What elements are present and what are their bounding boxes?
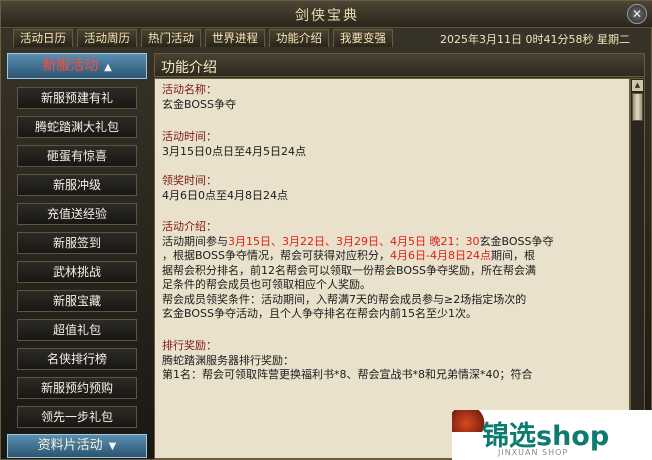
sidebar: 新服活动 ▲ 新服预建有礼 腾蛇踏渊大礼包 砸蛋有惊喜 新服冲级 充值送经验 新服… xyxy=(7,53,147,459)
watermark-overlay: 锦选shop JINXUAN SHOP xyxy=(452,410,652,460)
tab-get-stronger[interactable]: 我要变强 xyxy=(333,29,393,47)
sidebar-item-11[interactable]: 领先一步礼包 xyxy=(17,406,137,428)
sidebar-item-0[interactable]: 新服预建有礼 xyxy=(17,87,137,109)
sidebar-footer-expansion[interactable]: 资料片活动 ▼ xyxy=(7,434,147,458)
panel-header: 功能介绍 xyxy=(154,53,645,77)
scroll-up-icon[interactable]: ▲ xyxy=(632,80,643,91)
intro-line-6: 玄金BOSS争夺活动，且个人争夺排名在帮会内前15名至少1次。 xyxy=(162,307,477,320)
sidebar-item-5[interactable]: 新服签到 xyxy=(17,232,137,254)
sidebar-item-10[interactable]: 新服预约预购 xyxy=(17,377,137,399)
intro-line-1: 活动期间参与3月15日、3月22日、3月29日、4月5日 晚21：30玄金BOS… xyxy=(162,235,553,250)
intro-text: 玄金BOSS争夺 xyxy=(479,234,554,248)
section-reward-time: 领奖时间： 4月6日0点至4月8日24点 xyxy=(162,174,288,203)
rank-line-2: 第1名：帮会可领取阵营更换福利书*8、帮会宣战书*8和兄弟情深*40；符合 xyxy=(162,368,533,381)
sidebar-item-3[interactable]: 新服冲级 xyxy=(17,174,137,196)
chevron-up-icon: ▲ xyxy=(104,62,112,73)
activity-time: 3月15日0点日至4月5日24点 xyxy=(162,144,306,158)
heading-rank-rewards: 排行奖励： xyxy=(162,339,217,352)
intro-claim-dates: 4月6日-4月8日24点 xyxy=(389,249,491,262)
activity-name: 玄金BOSS争夺 xyxy=(162,97,236,111)
heading-activity-time: 活动时间： xyxy=(162,130,217,143)
game-window: 剑侠宝典 ✕ 活动日历 活动周历 热门活动 世界进程 功能介绍 我要变强 202… xyxy=(0,0,652,460)
panel-title: 功能介绍 xyxy=(161,60,217,76)
server-clock: 2025年3月11日 0时41分58秒 星期二 xyxy=(440,33,630,46)
tab-feature-intro[interactable]: 功能介绍 xyxy=(269,29,329,47)
intro-text: 活动期间参与 xyxy=(162,234,228,248)
chevron-down-icon: ▼ xyxy=(108,441,117,452)
sidebar-footer-label: 资料片活动 xyxy=(37,438,103,453)
scroll-thumb[interactable] xyxy=(632,93,643,121)
sidebar-item-2[interactable]: 砸蛋有惊喜 xyxy=(17,145,137,167)
section-rank: 排行奖励： 腾蛇踏渊服务器排行奖励： 第1名：帮会可领取阵营更换福利书*8、帮会… xyxy=(162,339,533,383)
intro-text: 期间，根 xyxy=(490,249,535,262)
sidebar-item-7[interactable]: 新服宝藏 xyxy=(17,290,137,312)
tab-world-progress[interactable]: 世界进程 xyxy=(205,29,265,47)
tab-activity-weekly[interactable]: 活动周历 xyxy=(77,29,137,47)
sidebar-header-new-server[interactable]: 新服活动 ▲ xyxy=(7,53,147,79)
sidebar-item-4[interactable]: 充值送经验 xyxy=(17,203,137,225)
window-title: 剑侠宝典 xyxy=(295,8,359,24)
intro-line-3: 据帮会积分排名，前12名帮会可以领取一份帮会BOSS争夺奖励，所在帮会满 xyxy=(162,263,536,277)
intro-line-4: 足条件的帮会成员也可领取相应个人奖励。 xyxy=(162,278,371,291)
section-time: 活动时间： 3月15日0点日至4月5日24点 xyxy=(162,130,306,159)
intro-line-5: 帮会成员领奖条件：活动期间，入帮满7天的帮会成员参与≥2场指定场次的 xyxy=(162,292,527,306)
sidebar-header-label: 新服活动 xyxy=(42,58,99,74)
content-scrollbar[interactable]: ▲ ▼ xyxy=(630,78,645,459)
rank-line-1: 腾蛇踏渊服务器排行奖励： xyxy=(162,353,294,367)
section-name: 活动名称： 玄金BOSS争夺 xyxy=(162,83,236,112)
intro-text: ，根据BOSS争夺情况，帮会可获得对应积分， xyxy=(162,249,390,262)
sidebar-item-8[interactable]: 超值礼包 xyxy=(17,319,137,341)
title-bar: 剑侠宝典 ✕ xyxy=(1,1,652,28)
tab-bar: 活动日历 活动周历 热门活动 世界进程 功能介绍 我要变强 xyxy=(13,29,393,47)
sidebar-item-9[interactable]: 名侠排行榜 xyxy=(17,348,137,370)
feature-description: 活动名称： 玄金BOSS争夺 活动时间： 3月15日0点日至4月5日24点 领奖… xyxy=(154,78,630,459)
heading-reward-time: 领奖时间： xyxy=(162,174,217,187)
tab-activity-calendar[interactable]: 活动日历 xyxy=(13,29,73,47)
tab-hot-activities[interactable]: 热门活动 xyxy=(141,29,201,47)
watermark-subtext: JINXUAN SHOP xyxy=(498,448,569,457)
sidebar-item-1[interactable]: 腾蛇踏渊大礼包 xyxy=(17,116,137,138)
heading-intro: 活动介绍： xyxy=(162,220,217,233)
intro-line-2: ，根据BOSS争夺情况，帮会可获得对应积分，4月6日-4月8日24点期间，根 xyxy=(162,249,553,264)
heading-activity-name: 活动名称： xyxy=(162,83,217,96)
intro-dates: 3月15日、3月22日、3月29日、4月5日 晚21：30 xyxy=(228,234,480,248)
sidebar-item-6[interactable]: 武林挑战 xyxy=(17,261,137,283)
close-button[interactable]: ✕ xyxy=(627,4,647,24)
reward-time: 4月6日0点至4月8日24点 xyxy=(162,188,288,202)
section-intro: 活动介绍： 活动期间参与3月15日、3月22日、3月29日、4月5日 晚21：3… xyxy=(162,220,553,322)
